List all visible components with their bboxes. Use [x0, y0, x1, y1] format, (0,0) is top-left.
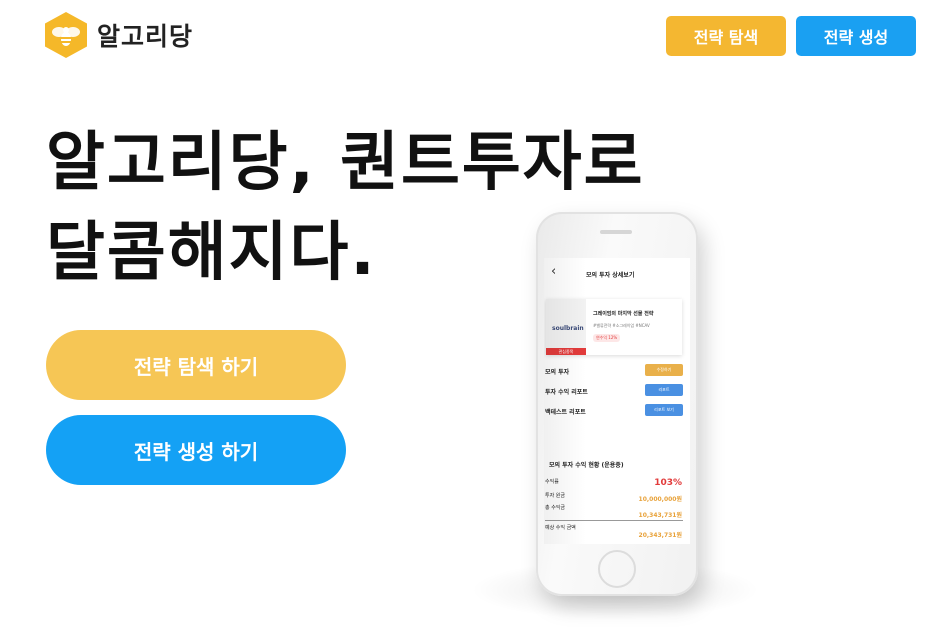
total-profit-value: 10,343,731원: [638, 512, 682, 519]
row-invest-report: 투자 수익 리포트 리포트: [545, 384, 683, 398]
total-profit-label: 총 수익금: [545, 505, 565, 511]
thumbnail-logo: soulbrain: [552, 325, 584, 332]
edit-button: 수정하기: [645, 364, 683, 376]
screen-title: 모의 투자 상세보기: [586, 272, 635, 279]
strategy-thumbnail: soulbrain 관심종목: [546, 299, 586, 355]
yield-value: 103%: [654, 478, 682, 488]
strategy-title: 그레이엄의 마지막 선물 전략: [593, 311, 654, 317]
view-report-button: 리포트 보기: [645, 404, 683, 416]
chevron-left-icon: ‹: [551, 264, 557, 279]
strategy-yield-badge: 연수익 12%: [593, 334, 621, 342]
summary-title: 모의 투자 수익 현황 (운용중): [549, 462, 624, 469]
screen-header: ‹ 모의 투자 상세보기: [544, 258, 690, 286]
strategy-explore-button[interactable]: 전략 탐색: [666, 16, 786, 56]
phone-speaker: [600, 230, 632, 234]
row-label: 투자 수익 리포트: [545, 389, 588, 396]
thumbnail-tag: 관심종목: [546, 348, 586, 355]
row-backtest-report: 백테스트 리포트 리포트 보기: [545, 404, 683, 418]
row-label: 백테스트 리포트: [545, 409, 586, 416]
hero-title-line1: 알고리당, 퀀트투자로: [46, 126, 645, 200]
expected-profit-label: 예상 수익 금액: [545, 525, 576, 531]
row-mock-invest: 모의 투자 수정하기: [545, 364, 683, 378]
summary-divider: [545, 520, 683, 521]
bee-icon: [45, 12, 87, 58]
create-strategy-cta[interactable]: 전략 생성 하기: [46, 415, 346, 485]
brand-name: 알고리당: [97, 22, 194, 51]
row-label: 모의 투자: [545, 369, 570, 376]
principal-value: 10,000,000원: [638, 496, 682, 503]
strategy-tags: #밸류전략 #소그레이엄 #NCAV: [593, 323, 650, 328]
brand-logo[interactable]: 알고리당: [45, 12, 193, 58]
principal-label: 투자 원금: [545, 493, 565, 499]
report-button: 리포트: [645, 384, 683, 396]
expected-profit-value: 20,343,731원: [638, 532, 682, 539]
phone-screen: ‹ 모의 투자 상세보기 soulbrain 관심종목 그레이엄의 마지막 선물…: [544, 258, 690, 544]
strategy-card: soulbrain 관심종목 그레이엄의 마지막 선물 전략 #밸류전략 #소그…: [546, 299, 682, 355]
strategy-create-button[interactable]: 전략 생성: [796, 16, 916, 56]
yield-label: 수익률: [545, 479, 559, 485]
explore-strategy-cta[interactable]: 전략 탐색 하기: [46, 330, 346, 400]
phone-home-button: [598, 550, 636, 588]
